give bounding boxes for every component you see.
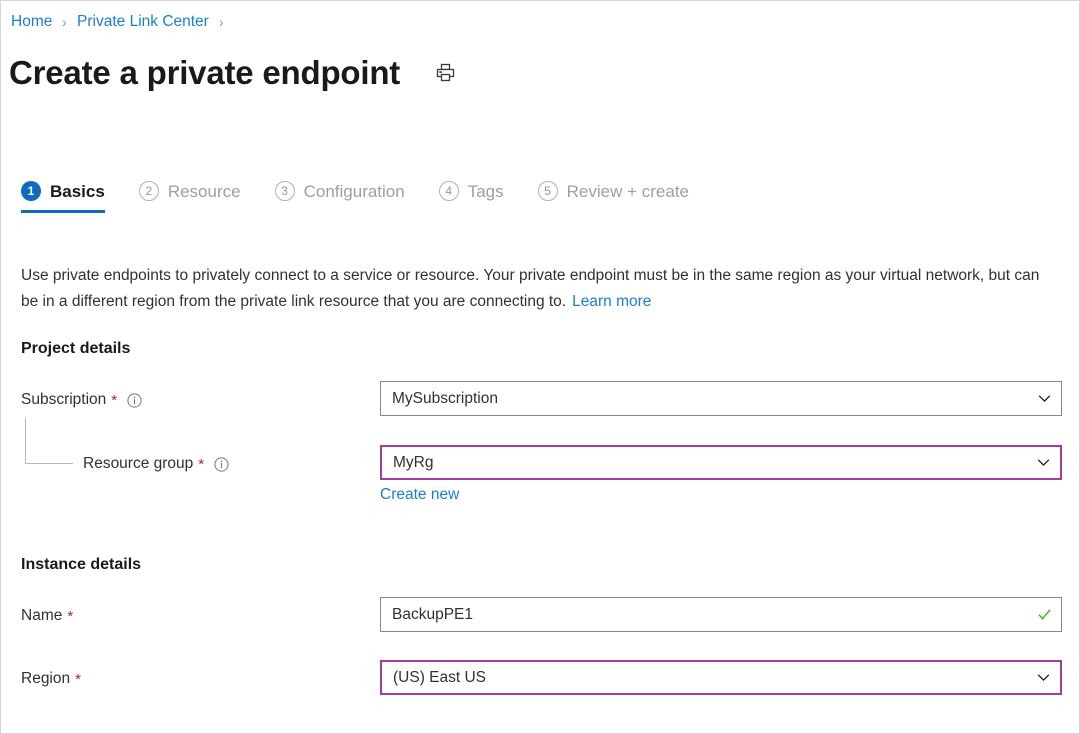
required-marker: * (67, 607, 74, 625)
name-label-text: Name (21, 607, 63, 624)
chevron-down-glyph (1037, 459, 1049, 467)
tab-label: Tags (467, 181, 504, 201)
region-label-text: Region (21, 670, 71, 687)
required-marker: * (75, 670, 81, 688)
subscription-label: Subscription * (21, 389, 142, 411)
tab-label: Resource (167, 181, 241, 201)
resource-group-label-text: Resource group (83, 455, 194, 472)
region-label: Region * (21, 668, 81, 690)
chevron-down-glyph (1038, 395, 1050, 403)
resource-group-dropdown[interactable]: MyRg (380, 445, 1062, 480)
chevron-down-icon[interactable] (1026, 670, 1060, 685)
tab-resource[interactable]: 2 Resource (138, 181, 241, 213)
subscription-dropdown[interactable]: MySubscription (380, 381, 1062, 416)
learn-more-link[interactable]: Learn more (572, 293, 651, 310)
page-title: Create a private endpoint (9, 53, 401, 91)
page-description: Use private endpoints to privately conne… (21, 263, 1056, 315)
name-input[interactable]: BackupPE1 (380, 597, 1062, 632)
printer-icon[interactable] (430, 57, 460, 87)
checkmark-glyph (1037, 609, 1051, 620)
breadcrumb: Home › Private Link Center › (9, 9, 232, 35)
tab-label: Basics (50, 181, 105, 201)
page-description-text: Use private endpoints to privately conne… (21, 266, 1040, 310)
breadcrumb-separator-icon: › (62, 14, 67, 30)
tab-number-badge: 4 (438, 181, 459, 201)
subscription-label-text: Subscription (21, 391, 107, 408)
name-value: BackupPE1 (392, 605, 473, 623)
resource-group-value: MyRg (393, 453, 434, 471)
create-new-resource-group-link[interactable]: Create new (380, 486, 459, 504)
checkmark-icon (1027, 606, 1061, 623)
required-marker: * (111, 391, 118, 409)
breadcrumb-item-home[interactable]: Home (9, 13, 54, 31)
section-heading-project-details: Project details (21, 340, 131, 357)
resource-group-indent-connector (25, 418, 73, 464)
region-dropdown[interactable]: (US) East US (380, 660, 1062, 695)
name-label: Name * (21, 605, 73, 627)
tab-active-underline (21, 210, 105, 213)
tab-label: Configuration (303, 181, 405, 201)
tab-label: Review + create (566, 181, 690, 201)
page-header: Create a private endpoint (9, 47, 460, 97)
chevron-down-glyph (1037, 674, 1049, 682)
breadcrumb-item-private-link-center[interactable]: Private Link Center (75, 13, 211, 31)
tab-number-badge: 2 (138, 181, 159, 201)
tab-number-badge: 5 (537, 181, 558, 201)
info-icon[interactable] (214, 456, 229, 472)
create-private-endpoint-page: Home › Private Link Center › Create a pr… (0, 0, 1080, 734)
region-value: (US) East US (393, 668, 487, 686)
chevron-down-icon[interactable] (1026, 455, 1060, 470)
printer-glyph (436, 63, 454, 81)
resource-group-label: Resource group * (83, 453, 229, 475)
breadcrumb-separator-icon: › (219, 14, 224, 30)
tab-number-badge: 3 (274, 181, 295, 201)
chevron-down-icon[interactable] (1027, 391, 1061, 406)
info-glyph (214, 456, 229, 472)
subscription-value: MySubscription (392, 389, 498, 407)
info-icon[interactable] (127, 392, 142, 408)
tab-tags[interactable]: 4 Tags (438, 181, 504, 213)
section-heading-instance-details: Instance details (21, 556, 142, 573)
tab-basics[interactable]: 1 Basics (21, 181, 105, 213)
tab-number-badge: 1 (21, 181, 41, 201)
tab-review-create[interactable]: 5 Review + create (537, 181, 690, 213)
wizard-tabs: 1 Basics 2 Resource 3 Configuration 4 Ta… (21, 181, 689, 223)
tab-configuration[interactable]: 3 Configuration (274, 181, 405, 213)
required-marker: * (198, 455, 205, 473)
info-glyph (127, 392, 142, 408)
